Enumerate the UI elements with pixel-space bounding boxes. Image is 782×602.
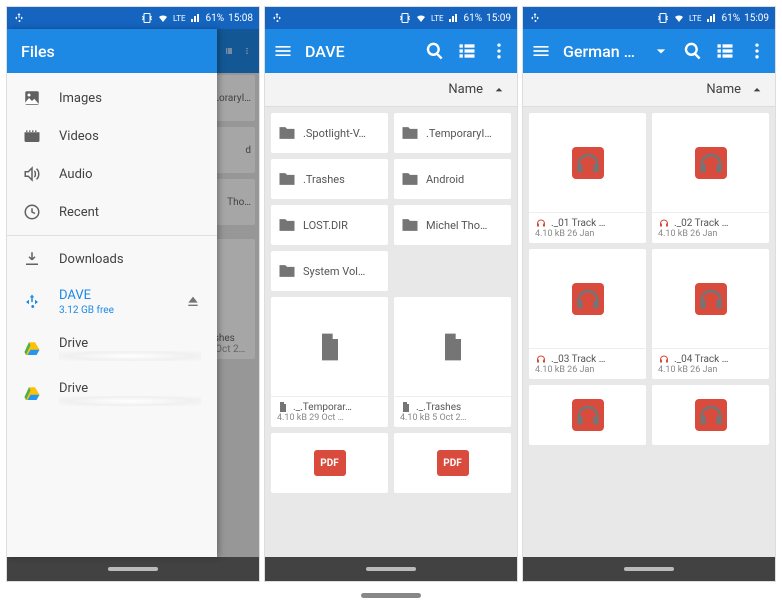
drawer-item-drive-2[interactable]: Drive [7, 371, 217, 416]
track-05[interactable] [529, 385, 646, 445]
drawer-item-audio[interactable]: Audio [7, 155, 217, 193]
track-01[interactable]: ._01 Track …4.10 kB 26 Jan [529, 113, 646, 243]
folder-icon [400, 123, 420, 143]
view-list-icon[interactable] [457, 41, 477, 61]
dropdown-icon[interactable] [651, 41, 671, 61]
status-bar: LTE 61% 15:09 [265, 7, 517, 29]
sort-asc-icon [749, 82, 765, 98]
folder-icon [277, 169, 297, 189]
wifi-icon [673, 12, 685, 24]
pdf-icon: PDF [437, 450, 469, 476]
headphones-icon [572, 283, 604, 315]
status-bar: LTE 61% 15:09 [523, 7, 775, 29]
headphones-icon [695, 399, 727, 431]
usb-icon [23, 293, 41, 311]
outer-nav-pill [0, 588, 782, 602]
image-icon [23, 89, 41, 107]
video-icon [23, 127, 41, 145]
view-list-icon[interactable] [715, 41, 735, 61]
folder-icon [277, 261, 297, 281]
folder-icon [400, 215, 420, 235]
eject-icon[interactable] [185, 294, 201, 310]
app-bar: DAVE [265, 29, 517, 73]
sort-header[interactable]: Name [265, 73, 517, 107]
drawer-item-images[interactable]: Images [7, 79, 217, 117]
file-temporary[interactable]: ._.Temporar…4.10 kB 29 Oct … [271, 297, 388, 427]
clock: 15:08 [228, 13, 253, 24]
vibrate-icon [399, 12, 411, 24]
phone-2-dave-listing: LTE 61% 15:09 DAVE Name .Spotlight-V… .T… [264, 6, 518, 582]
gdrive-icon [23, 385, 41, 403]
android-navbar[interactable] [265, 557, 517, 581]
recent-icon [23, 203, 41, 221]
headphones-icon [695, 283, 727, 315]
file-icon [314, 331, 346, 363]
wifi-icon [415, 12, 427, 24]
app-title: German W… [563, 42, 639, 61]
folder-temporary[interactable]: .TemporaryI… [394, 113, 511, 153]
sort-asc-icon [491, 82, 507, 98]
signal-icon [190, 12, 202, 24]
audio-icon [23, 165, 41, 183]
wifi-icon [157, 12, 169, 24]
phone-1-files-drawer: LTE 61% 15:08 e …oraryI… d Tho… …shes5 O… [6, 6, 260, 582]
more-icon[interactable] [747, 41, 767, 61]
drawer-item-usb-dave[interactable]: DAVE 3.12 GB free [7, 278, 217, 326]
folder-icon [277, 123, 297, 143]
track-06[interactable] [652, 385, 769, 445]
battery-pct: 61% [206, 13, 225, 24]
app-title: DAVE [305, 42, 413, 61]
folder-michel[interactable]: Michel Tho… [394, 205, 511, 245]
folder-lostdir[interactable]: LOST.DIR [271, 205, 388, 245]
headphones-icon [572, 147, 604, 179]
drawer-item-drive-1[interactable]: Drive [7, 326, 217, 371]
usb-icon [271, 12, 283, 24]
file-trashes[interactable]: ._.Trashes4.10 kB 5 Oct 2… [394, 297, 511, 427]
phone-3-german-listing: LTE 61% 15:09 German W… Name ._01 Track … [522, 6, 776, 582]
headphones-icon [695, 147, 727, 179]
drawer-item-recent[interactable]: Recent [7, 193, 217, 231]
track-04[interactable]: ._04 Track …4.10 kB 26 Jan [652, 249, 769, 379]
file-pdf-1[interactable]: PDF [271, 433, 388, 493]
file-pdf-2[interactable]: PDF [394, 433, 511, 493]
more-icon[interactable] [489, 41, 509, 61]
signal-icon [706, 12, 718, 24]
android-navbar[interactable] [523, 557, 775, 581]
usb-icon [529, 12, 541, 24]
download-icon [23, 250, 41, 268]
vibrate-icon [141, 12, 153, 24]
app-bar: German W… [523, 29, 775, 73]
menu-icon[interactable] [531, 41, 551, 61]
lte-label: LTE [173, 14, 186, 23]
usb-icon [13, 12, 25, 24]
folder-icon [277, 215, 297, 235]
folder-spotlight[interactable]: .Spotlight-V… [271, 113, 388, 153]
search-icon[interactable] [425, 41, 445, 61]
folder-icon [400, 169, 420, 189]
drawer-item-videos[interactable]: Videos [7, 117, 217, 155]
search-icon[interactable] [683, 41, 703, 61]
folder-android[interactable]: Android [394, 159, 511, 199]
vibrate-icon [657, 12, 669, 24]
file-icon [437, 331, 469, 363]
nav-drawer: Files Images Videos Audio [7, 29, 217, 557]
folder-systemvol[interactable]: System Vol… [271, 251, 388, 291]
drawer-title: Files [7, 29, 217, 73]
drawer-item-downloads[interactable]: Downloads [7, 240, 217, 278]
track-03[interactable]: ._03 Track …4.10 kB 26 Jan [529, 249, 646, 379]
menu-icon[interactable] [273, 41, 293, 61]
pdf-icon: PDF [314, 450, 346, 476]
status-bar: LTE 61% 15:08 [7, 7, 259, 29]
gdrive-icon [23, 340, 41, 358]
android-navbar[interactable] [7, 557, 259, 581]
signal-icon [448, 12, 460, 24]
sort-header[interactable]: Name [523, 73, 775, 107]
folder-trashes[interactable]: .Trashes [271, 159, 388, 199]
track-02[interactable]: ._02 Track …4.10 kB 26 Jan [652, 113, 769, 243]
headphones-icon [572, 399, 604, 431]
